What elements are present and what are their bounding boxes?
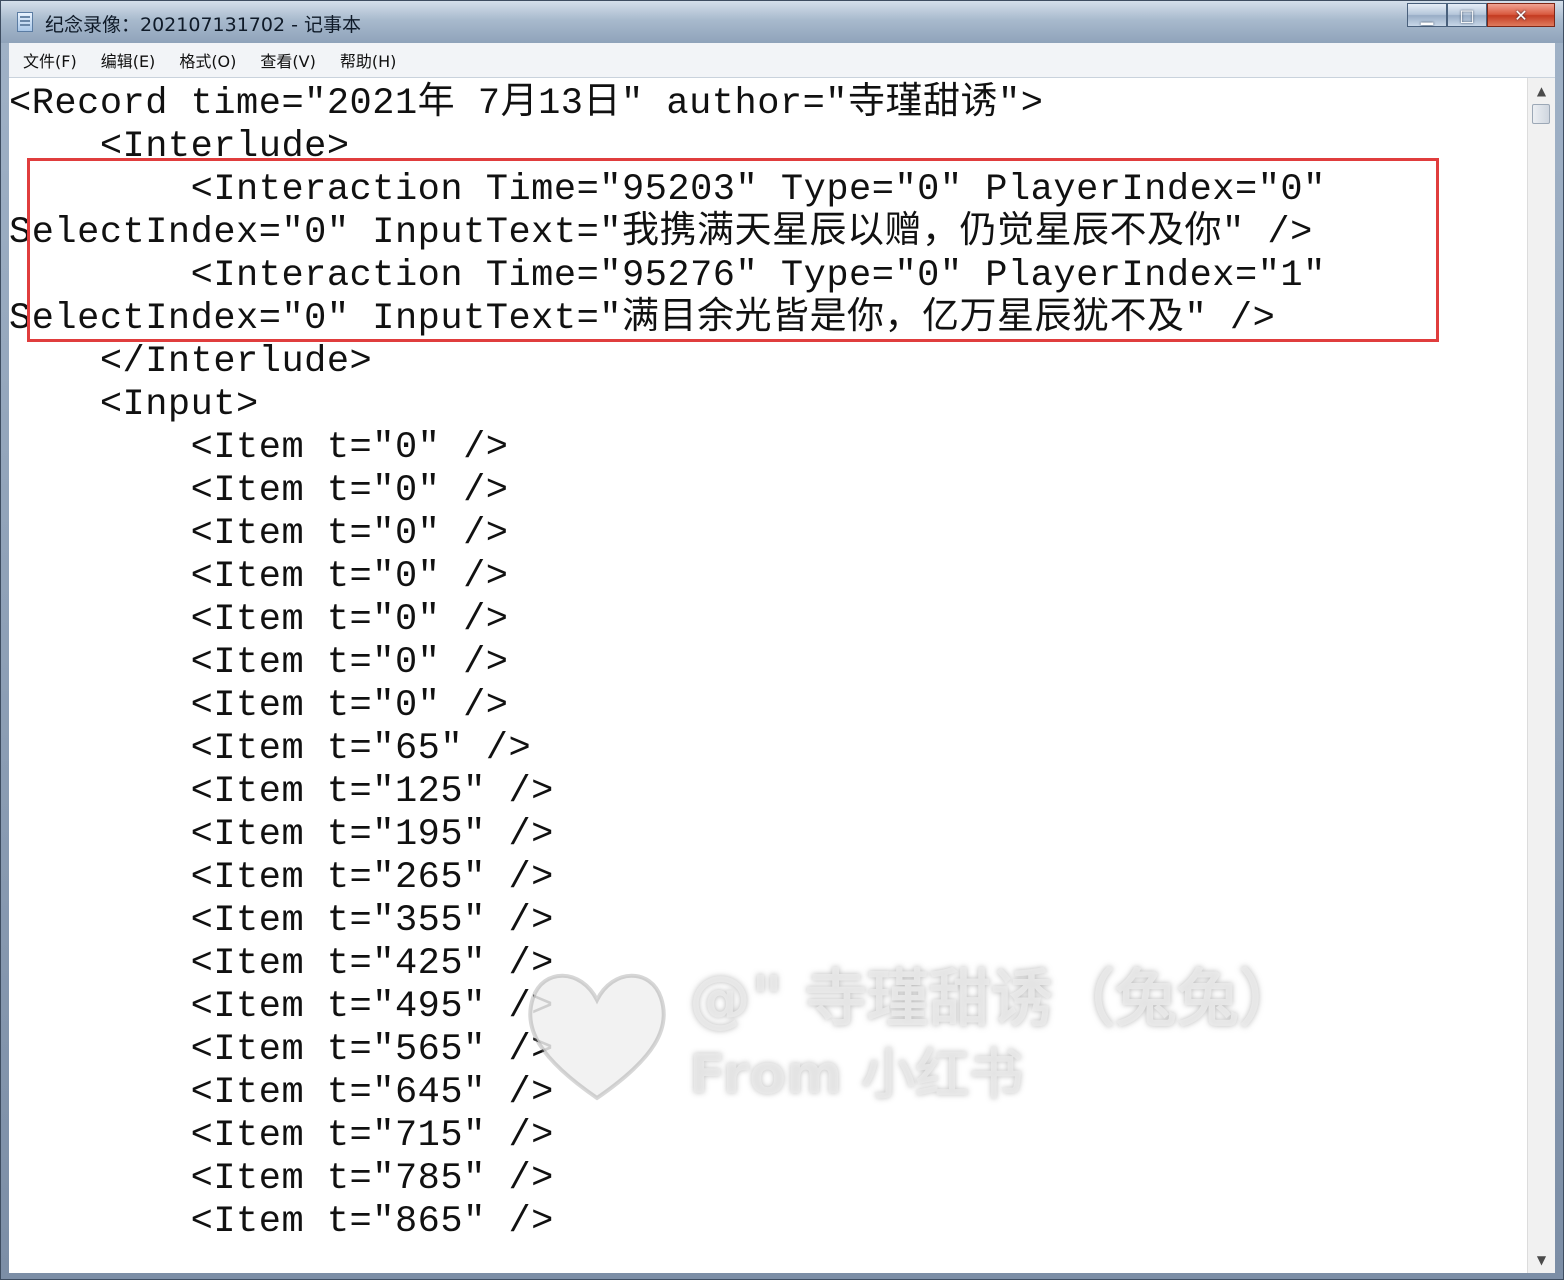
document-line: SelectIndex="0" InputText="满目余光皆是你，亿万星辰犹… (9, 298, 1276, 340)
document-line: <Interlude> (9, 126, 350, 168)
scroll-down-button[interactable]: ▼ (1528, 1247, 1555, 1273)
document-line: <Item t="65" /> (9, 728, 532, 770)
scroll-thumb[interactable] (1532, 104, 1550, 124)
document-line: <Item t="265" /> (9, 857, 554, 899)
document-line: <Item t="0" /> (9, 642, 509, 684)
document-line: <Item t="0" /> (9, 427, 509, 469)
caption-buttons: ▁ □ ✕ (1407, 3, 1555, 27)
minimize-button[interactable]: ▁ (1407, 3, 1447, 27)
arrow-down-icon: ▼ (1536, 1253, 1547, 1267)
document-line: <Item t="495" /> (9, 986, 554, 1028)
menu-view[interactable]: 查看(V) (246, 48, 325, 72)
watermark: @" 寺瑾甜诱（兔兔） From 小红书 (519, 938, 1389, 1158)
title-bar[interactable]: 纪念录像：202107131702 - 记事本 ▁ □ ✕ (1, 1, 1563, 43)
document-line: </Interlude> (9, 341, 373, 383)
close-icon: ✕ (1514, 5, 1528, 25)
document-line: <Item t="0" /> (9, 513, 509, 555)
close-button[interactable]: ✕ (1487, 3, 1555, 27)
document-line: <Item t="0" /> (9, 685, 509, 727)
menu-edit[interactable]: 编辑(E) (87, 48, 166, 72)
document-line: <Item t="645" /> (9, 1072, 554, 1114)
document-line: <Item t="125" /> (9, 771, 554, 813)
notepad-window: 纪念录像：202107131702 - 记事本 ▁ □ ✕ 文件(F) 编辑(E… (0, 0, 1564, 1280)
minimize-icon: ▁ (1420, 5, 1434, 25)
document-line: <Interaction Time="95203" Type="0" Playe… (9, 169, 1326, 211)
document-line: <Item t="0" /> (9, 470, 509, 512)
maximize-icon: □ (1459, 5, 1475, 25)
document-line: <Interaction Time="95276" Type="0" Playe… (9, 255, 1326, 297)
notepad-icon (17, 12, 33, 32)
vertical-scrollbar[interactable]: ▲ ▼ (1527, 78, 1555, 1273)
scroll-up-button[interactable]: ▲ (1528, 78, 1555, 104)
document-line: <Item t="565" /> (9, 1029, 554, 1071)
document-line: <Item t="195" /> (9, 814, 554, 856)
watermark-author: @" 寺瑾甜诱（兔兔） (689, 962, 1301, 1035)
arrow-up-icon: ▲ (1536, 84, 1547, 98)
document-line: <Item t="0" /> (9, 599, 509, 641)
document-line: <Record time="2021年 7月13日" author="寺瑾甜诱"… (9, 83, 1044, 125)
document-line: <Item t="865" /> (9, 1201, 554, 1243)
menu-help[interactable]: 帮助(H) (326, 48, 407, 72)
menu-file[interactable]: 文件(F) (9, 48, 87, 72)
document-line: <Input> (9, 384, 259, 426)
text-editor[interactable]: <Record time="2021年 7月13日" author="寺瑾甜诱"… (9, 78, 1527, 1273)
menu-bar: 文件(F) 编辑(E) 格式(O) 查看(V) 帮助(H) (9, 43, 1555, 78)
document-line: <Item t="715" /> (9, 1115, 554, 1157)
document-line: <Item t="425" /> (9, 943, 554, 985)
document-line: <Item t="355" /> (9, 900, 554, 942)
document-line: SelectIndex="0" InputText="我携满天星辰以赠，仍觉星辰… (9, 212, 1313, 254)
window-title: 纪念录像：202107131702 - 记事本 (45, 14, 361, 36)
maximize-button[interactable]: □ (1447, 3, 1487, 27)
document-line: <Item t="0" /> (9, 556, 509, 598)
document-line: <Item t="785" /> (9, 1158, 554, 1200)
menu-format[interactable]: 格式(O) (165, 48, 246, 72)
watermark-source: From 小红书 (689, 1043, 1024, 1106)
